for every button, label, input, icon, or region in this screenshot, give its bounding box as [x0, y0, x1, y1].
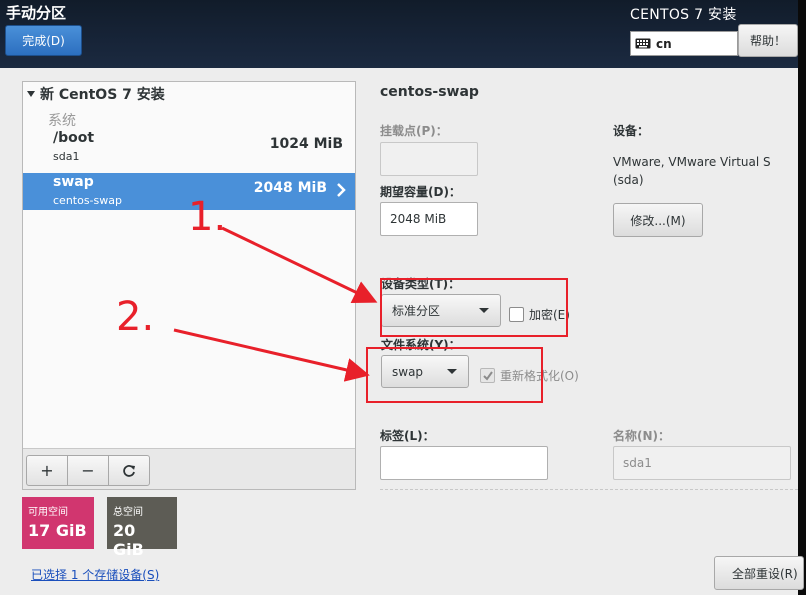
filesystem-dropdown[interactable]: swap [381, 355, 469, 388]
chevron-right-icon [337, 183, 346, 197]
desired-capacity-label: 期望容量(D)： [380, 185, 461, 199]
filesystem-label: 文件系统(Y)： [381, 338, 461, 352]
filesystem-value: swap [392, 364, 424, 379]
mount-point-input[interactable] [380, 142, 478, 176]
partition-size: 2048 MiB [253, 180, 327, 196]
partition-device: sda1 [53, 150, 80, 163]
modify-device-button[interactable]: 修改...(M) [613, 203, 703, 237]
section-divider [380, 489, 798, 490]
available-space-value: 17 GiB [28, 521, 87, 540]
partition-device: centos-swap [53, 194, 122, 207]
partition-toolbar: + − [23, 448, 355, 489]
encrypt-label: 加密(E) [529, 308, 570, 322]
total-space-label: 总空间 [113, 507, 143, 518]
name-input[interactable]: sda1 [613, 446, 791, 480]
tree-root[interactable]: 新 CentOS 7 安装 [27, 84, 165, 104]
done-button[interactable]: 完成(D) [5, 25, 82, 56]
remove-partition-button[interactable]: − [67, 455, 109, 486]
device-info: VMware, VMware Virtual S (sda) [613, 153, 793, 189]
label-input[interactable] [380, 446, 548, 480]
mount-point-label: 挂载点(P)： [380, 124, 448, 138]
annotation-step-2: 2. [116, 294, 155, 340]
partition-mount: swap [53, 174, 94, 190]
selected-storage-link[interactable]: 已选择 1 个存储设备(S) [31, 566, 159, 583]
add-partition-button[interactable]: + [26, 455, 68, 486]
partition-size: 1024 MiB [269, 136, 343, 152]
device-type-label: 设备类型(T)： [381, 277, 461, 291]
page-title: 手动分区 [6, 4, 67, 22]
device-type-value: 标准分区 [392, 304, 441, 318]
help-button[interactable]: 帮助！ [738, 24, 798, 57]
total-space-value: 20 GiB [113, 521, 144, 559]
tree-root-label: 新 CentOS 7 安装 [40, 87, 165, 103]
device-info-line2: (sda) [613, 173, 644, 187]
device-type-dropdown[interactable]: 标准分区 [381, 294, 501, 327]
group-label-system: 系统 [48, 113, 76, 129]
name-field-label: 名称(N)： [613, 429, 671, 443]
partition-detail-title: centos-swap [380, 84, 479, 100]
dropdown-caret-icon [479, 308, 489, 313]
reformat-label: 重新格式化(O) [500, 369, 579, 383]
annotation-step-1: 1. [188, 194, 227, 240]
partition-list-panel: 新 CentOS 7 安装 系统 /boot sda1 1024 MiB swa… [22, 81, 356, 490]
product-title: CENTOS 7 安装 [630, 7, 737, 23]
checkbox-icon[interactable] [509, 307, 524, 322]
partition-mount: /boot [53, 130, 95, 146]
total-space-box: 总空间 20 GiB [107, 497, 177, 559]
device-label: 设备： [613, 124, 650, 138]
checkbox-checked-icon[interactable] [480, 368, 495, 383]
keyboard-layout-indicator[interactable]: cn [630, 31, 738, 56]
refresh-icon [123, 464, 135, 477]
header-bar: 手动分区 完成(D) CENTOS 7 安装 cn 帮助！ [0, 0, 806, 68]
desired-capacity-input[interactable]: 2048 MiB [380, 202, 478, 236]
available-space-label: 可用空间 [28, 507, 68, 518]
partition-row-boot[interactable]: /boot sda1 1024 MiB [23, 129, 355, 166]
keyboard-icon [635, 38, 651, 49]
reformat-checkbox[interactable]: 重新格式化(O) [480, 367, 579, 384]
refresh-button[interactable] [108, 455, 150, 486]
available-space-box: 可用空间 17 GiB [22, 497, 94, 549]
reset-all-button[interactable]: 全部重设(R) [714, 556, 804, 590]
keyboard-layout-value: cn [656, 36, 672, 51]
expander-down-icon[interactable] [27, 91, 35, 97]
label-field-label: 标签(L)： [380, 429, 435, 443]
window-edge [798, 0, 806, 595]
dropdown-caret-icon [447, 369, 457, 374]
encrypt-checkbox[interactable]: 加密(E) [509, 306, 570, 323]
device-info-line1: VMware, VMware Virtual S [613, 155, 771, 169]
